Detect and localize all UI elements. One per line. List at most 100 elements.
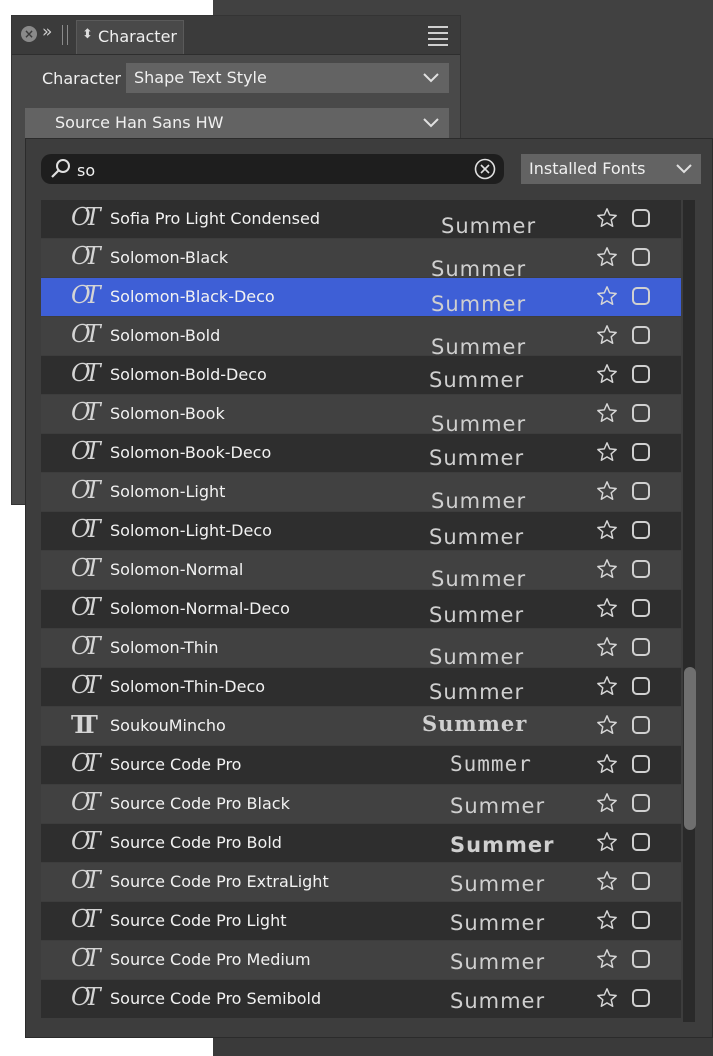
font-checkbox[interactable] bbox=[632, 521, 650, 539]
grip-icon[interactable] bbox=[62, 25, 63, 45]
font-list-item[interactable]: OT Solomon-Thin Summer bbox=[41, 629, 681, 667]
font-checkbox[interactable] bbox=[632, 599, 650, 617]
font-list-item[interactable]: OT Source Code Pro Medium Summer bbox=[41, 941, 681, 979]
opentype-icon: OT bbox=[71, 242, 101, 270]
font-list-item[interactable]: OT Source Code Pro Light Summer bbox=[41, 902, 681, 940]
tab-character[interactable]: ⬍ Character bbox=[76, 20, 184, 54]
favorite-star-icon[interactable] bbox=[596, 363, 618, 385]
font-list-item[interactable]: OT Source Code Pro Bold Summer bbox=[41, 824, 681, 862]
favorite-star-icon[interactable] bbox=[596, 870, 618, 892]
favorite-star-icon[interactable] bbox=[596, 948, 618, 970]
font-checkbox[interactable] bbox=[632, 833, 650, 851]
favorite-star-icon[interactable] bbox=[596, 480, 618, 502]
font-checkbox[interactable] bbox=[632, 950, 650, 968]
favorite-star-icon[interactable] bbox=[596, 207, 618, 229]
font-checkbox[interactable] bbox=[632, 677, 650, 695]
character-style-dropdown[interactable]: Shape Text Style bbox=[126, 63, 449, 93]
font-list-item[interactable]: OT Solomon-Book Summer bbox=[41, 395, 681, 433]
font-checkbox[interactable] bbox=[632, 443, 650, 461]
font-preview-text: Summer bbox=[429, 525, 525, 549]
font-list-item[interactable]: OT Solomon-Light-Deco Summer bbox=[41, 512, 681, 550]
favorite-star-icon[interactable] bbox=[596, 246, 618, 268]
font-list-item[interactable]: OT Source Code Pro Semibold Summer bbox=[41, 980, 681, 1018]
updown-chevron-icon: ⬍ bbox=[82, 27, 93, 42]
font-checkbox[interactable] bbox=[632, 404, 650, 422]
favorite-star-icon[interactable] bbox=[596, 324, 618, 346]
font-preview: Summer bbox=[450, 941, 545, 979]
font-list-item[interactable]: OT Solomon-Book-Deco Summer bbox=[41, 434, 681, 472]
font-list-item[interactable]: TT SoukouMincho Summer bbox=[41, 707, 681, 745]
font-checkbox[interactable] bbox=[632, 287, 650, 305]
search-icon bbox=[51, 159, 70, 178]
font-checkbox[interactable] bbox=[632, 755, 650, 773]
font-preview: Summer bbox=[441, 200, 536, 238]
font-name: Solomon-Bold bbox=[110, 326, 221, 345]
close-panel-icon[interactable]: × bbox=[21, 26, 37, 42]
scroll-thumb[interactable] bbox=[684, 667, 696, 830]
font-list-item[interactable]: OT Solomon-Bold Summer bbox=[41, 317, 681, 355]
font-preview-text: Summer bbox=[429, 603, 525, 627]
favorite-star-icon[interactable] bbox=[596, 285, 618, 307]
favorite-star-icon[interactable] bbox=[596, 558, 618, 580]
favorite-star-icon[interactable] bbox=[596, 402, 618, 424]
favorite-star-icon[interactable] bbox=[596, 519, 618, 541]
opentype-icon: OT bbox=[71, 944, 101, 972]
font-checkbox[interactable] bbox=[632, 209, 650, 227]
font-list-item[interactable]: OT Solomon-Black Summer bbox=[41, 239, 681, 277]
font-checkbox[interactable] bbox=[632, 326, 650, 344]
font-preview: Summer bbox=[450, 746, 532, 784]
font-checkbox[interactable] bbox=[632, 638, 650, 656]
font-checkbox[interactable] bbox=[632, 248, 650, 266]
font-checkbox[interactable] bbox=[632, 560, 650, 578]
font-checkbox[interactable] bbox=[632, 989, 650, 1007]
favorite-star-icon[interactable] bbox=[596, 987, 618, 1009]
font-filter-dropdown[interactable]: Installed Fonts bbox=[521, 154, 701, 184]
font-list-item[interactable]: OT Solomon-Normal-Deco Summer bbox=[41, 590, 681, 628]
favorite-star-icon[interactable] bbox=[596, 636, 618, 658]
font-checkbox[interactable] bbox=[632, 794, 650, 812]
opentype-icon: OT bbox=[71, 554, 101, 582]
font-family-dropdown[interactable]: Source Han Sans HW bbox=[25, 108, 449, 138]
font-preview-text: Summer bbox=[450, 872, 546, 896]
collapse-panel-icon[interactable]: » bbox=[42, 22, 52, 42]
favorite-star-icon[interactable] bbox=[596, 675, 618, 697]
font-list-item[interactable]: OT Solomon-Normal Summer bbox=[41, 551, 681, 589]
favorite-star-icon[interactable] bbox=[596, 441, 618, 463]
font-name: Solomon-Light-Deco bbox=[110, 521, 272, 540]
scroll-track[interactable] bbox=[683, 200, 695, 1022]
font-list-item[interactable]: OT Solomon-Light Summer bbox=[41, 473, 681, 511]
font-checkbox[interactable] bbox=[632, 365, 650, 383]
clear-search-icon[interactable] bbox=[474, 158, 496, 180]
font-preview: Summer bbox=[450, 785, 545, 823]
opentype-icon: OT bbox=[71, 866, 101, 894]
chevron-down-icon bbox=[676, 164, 692, 174]
font-list-item[interactable]: OT Solomon-Black-Deco Summer bbox=[41, 278, 681, 316]
favorite-star-icon[interactable] bbox=[596, 909, 618, 931]
font-list-item[interactable]: OT Solomon-Thin-Deco Summer bbox=[41, 668, 681, 706]
font-list-item[interactable]: OT Source Code Pro Black Summer bbox=[41, 785, 681, 823]
favorite-star-icon[interactable] bbox=[596, 597, 618, 619]
opentype-icon: OT bbox=[71, 398, 101, 426]
opentype-icon: OT bbox=[71, 749, 101, 777]
opentype-icon: OT bbox=[71, 476, 101, 504]
font-checkbox[interactable] bbox=[632, 716, 650, 734]
font-list-item[interactable]: OT Source Code Pro ExtraLight Summer bbox=[41, 863, 681, 901]
font-checkbox[interactable] bbox=[632, 911, 650, 929]
font-search-input[interactable] bbox=[75, 158, 459, 182]
font-name: Sofia Pro Light Condensed bbox=[110, 209, 320, 228]
favorite-star-icon[interactable] bbox=[596, 714, 618, 736]
font-checkbox[interactable] bbox=[632, 482, 650, 500]
font-list-item[interactable]: OT Source Code Pro Summer bbox=[41, 746, 681, 784]
opentype-icon: OT bbox=[71, 632, 101, 660]
font-list-item[interactable]: OT Solomon-Bold-Deco Summer bbox=[41, 356, 681, 394]
favorite-star-icon[interactable] bbox=[596, 792, 618, 814]
favorite-star-icon[interactable] bbox=[596, 753, 618, 775]
font-checkbox[interactable] bbox=[632, 872, 650, 890]
favorite-star-icon[interactable] bbox=[596, 831, 618, 853]
font-name: Solomon-Black bbox=[110, 248, 229, 267]
font-list-item[interactable]: OT Sofia Pro Light Condensed Summer bbox=[41, 200, 681, 238]
panel-menu-icon[interactable] bbox=[428, 26, 448, 50]
font-preview: Summer bbox=[450, 980, 545, 1018]
grip-icon[interactable] bbox=[67, 25, 68, 45]
font-filter-value: Installed Fonts bbox=[529, 159, 646, 178]
